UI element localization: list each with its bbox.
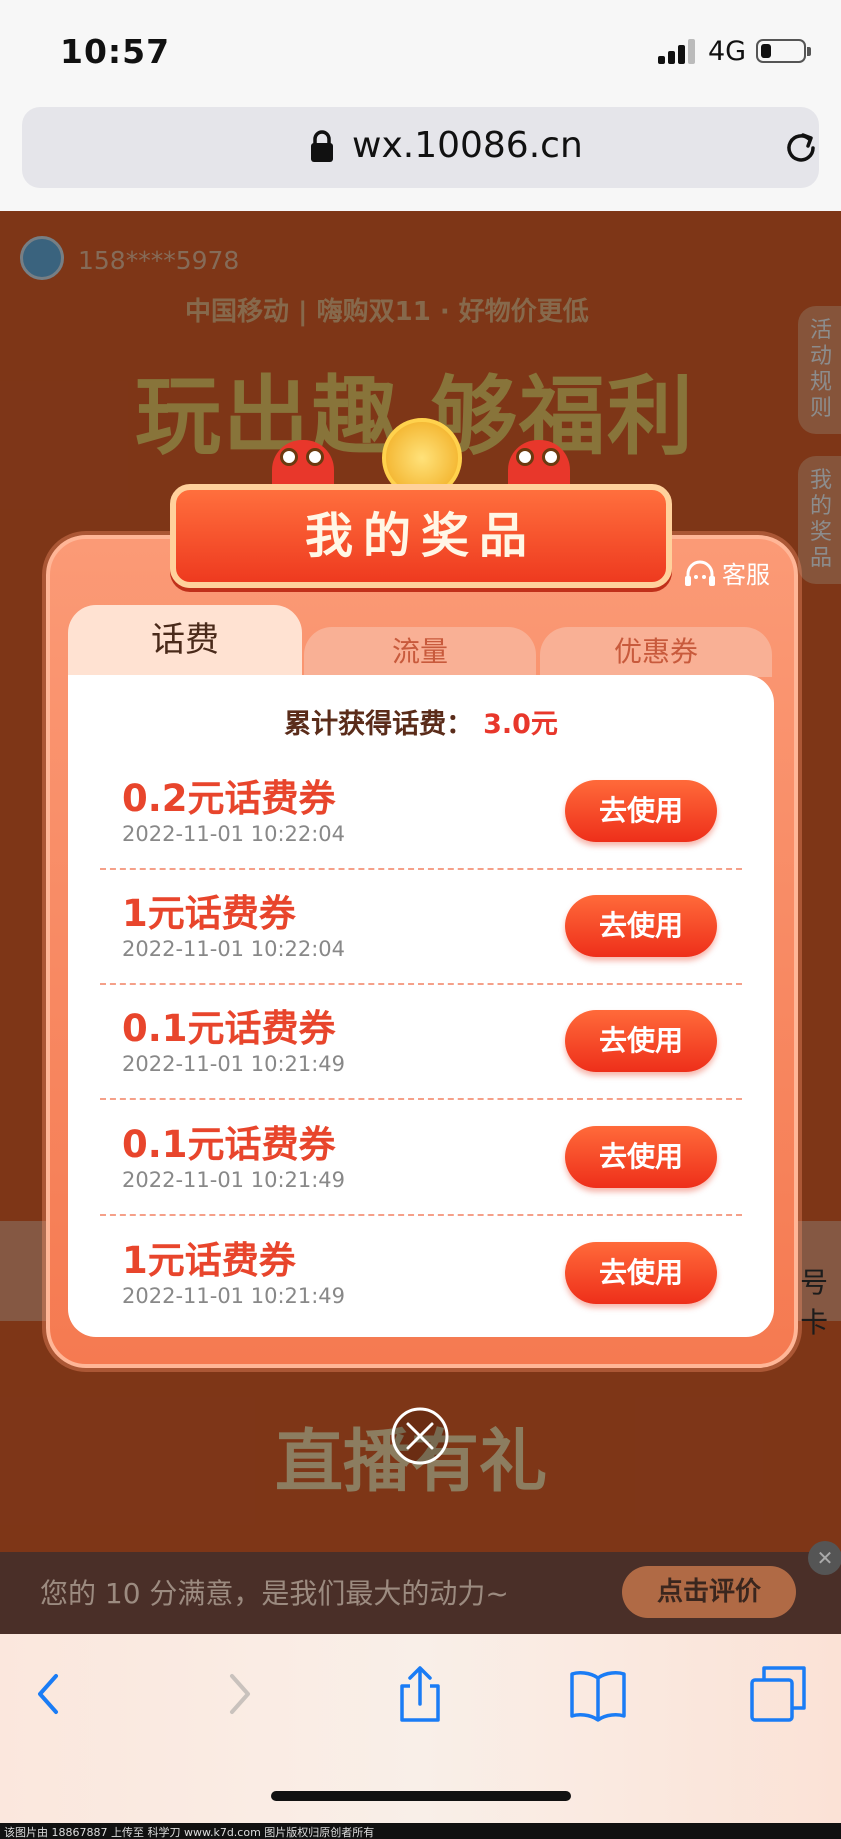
tab-coupons[interactable]: 优惠券	[540, 627, 772, 677]
url-text: wx.10086.cn	[352, 125, 583, 166]
bookmarks-icon[interactable]	[568, 1664, 628, 1724]
prize-item: 1元话费券 2022-11-01 10:22:04 去使用	[68, 883, 774, 998]
service-label: 客服	[722, 561, 770, 589]
reload-icon[interactable]	[782, 129, 820, 167]
total-value: 3.0元	[483, 709, 558, 740]
prize-time: 2022-11-01 10:22:04	[122, 822, 346, 846]
prize-time: 2022-11-01 10:21:49	[122, 1284, 346, 1308]
address-bar[interactable]: wx.10086.cn	[22, 107, 819, 188]
battery-icon	[756, 39, 811, 63]
prize-time: 2022-11-01 10:21:49	[122, 1052, 346, 1076]
rate-button[interactable]: 点击评价	[622, 1566, 796, 1618]
browser-toolbar	[0, 1634, 841, 1839]
use-button[interactable]: 去使用	[565, 1010, 717, 1072]
divider	[100, 1214, 742, 1216]
rating-bar: 您的 10 分满意，是我们最大的动力~ 点击评价	[0, 1552, 841, 1634]
close-icon[interactable]	[389, 1405, 451, 1467]
tabs-icon[interactable]	[748, 1664, 808, 1724]
prize-item: 1元话费券 2022-11-01 10:21:49 去使用	[68, 1230, 774, 1345]
status-time: 10:57	[60, 32, 171, 71]
forward-icon[interactable]	[208, 1664, 268, 1724]
total-label: 累计获得话费：	[284, 709, 474, 740]
prize-item: 0.1元话费券 2022-11-01 10:21:49 去使用	[68, 1114, 774, 1229]
prize-time: 2022-11-01 10:21:49	[122, 1168, 346, 1192]
tab-phone-credit[interactable]: 话费	[68, 605, 302, 677]
share-icon[interactable]	[390, 1664, 450, 1724]
rating-close-icon[interactable]: ✕	[808, 1541, 841, 1575]
status-bar: 10:57 4G	[0, 0, 841, 100]
prize-item: 0.1元话费券 2022-11-01 10:21:49 去使用	[68, 998, 774, 1113]
rating-text: 您的 10 分满意，是我们最大的动力~	[40, 1577, 509, 1610]
prize-name: 0.1元话费券	[122, 1007, 336, 1050]
divider	[100, 983, 742, 985]
prize-name: 1元话费券	[122, 1239, 296, 1282]
use-button[interactable]: 去使用	[565, 1126, 717, 1188]
use-button[interactable]: 去使用	[565, 780, 717, 842]
total-summary: 累计获得话费： 3.0元	[68, 702, 774, 741]
prize-name: 1元话费券	[122, 892, 296, 935]
use-button[interactable]: 去使用	[565, 895, 717, 957]
watermark-bar: 该图片由 18867887 上传至 科学刀 www.k7d.com 图片版权归原…	[0, 1823, 841, 1839]
prize-time: 2022-11-01 10:22:04	[122, 937, 346, 961]
network-type: 4G	[708, 36, 747, 67]
headset-icon	[685, 560, 715, 586]
back-icon[interactable]	[20, 1664, 80, 1724]
divider	[100, 1098, 742, 1100]
prize-item: 0.2元话费券 2022-11-01 10:22:04 去使用	[68, 768, 774, 883]
prize-name: 0.2元话费券	[122, 777, 336, 820]
service-button[interactable]: 客服	[682, 555, 770, 592]
tab-data[interactable]: 流量	[304, 627, 536, 677]
home-indicator[interactable]	[271, 1791, 571, 1801]
watermark-text: 该图片由 18867887 上传至 科学刀 www.k7d.com 图片版权归原…	[4, 1826, 375, 1839]
divider	[100, 868, 742, 870]
prize-name: 0.1元话费券	[122, 1123, 336, 1166]
modal-title: 我的奖品	[304, 508, 537, 564]
signal-icon	[658, 38, 700, 64]
lock-icon	[311, 130, 333, 162]
use-button[interactable]: 去使用	[565, 1242, 717, 1304]
prize-list-card: 累计获得话费： 3.0元 0.2元话费券 2022-11-01 10:22:04 …	[68, 675, 774, 1337]
modal-header: 我的奖品	[170, 484, 672, 588]
